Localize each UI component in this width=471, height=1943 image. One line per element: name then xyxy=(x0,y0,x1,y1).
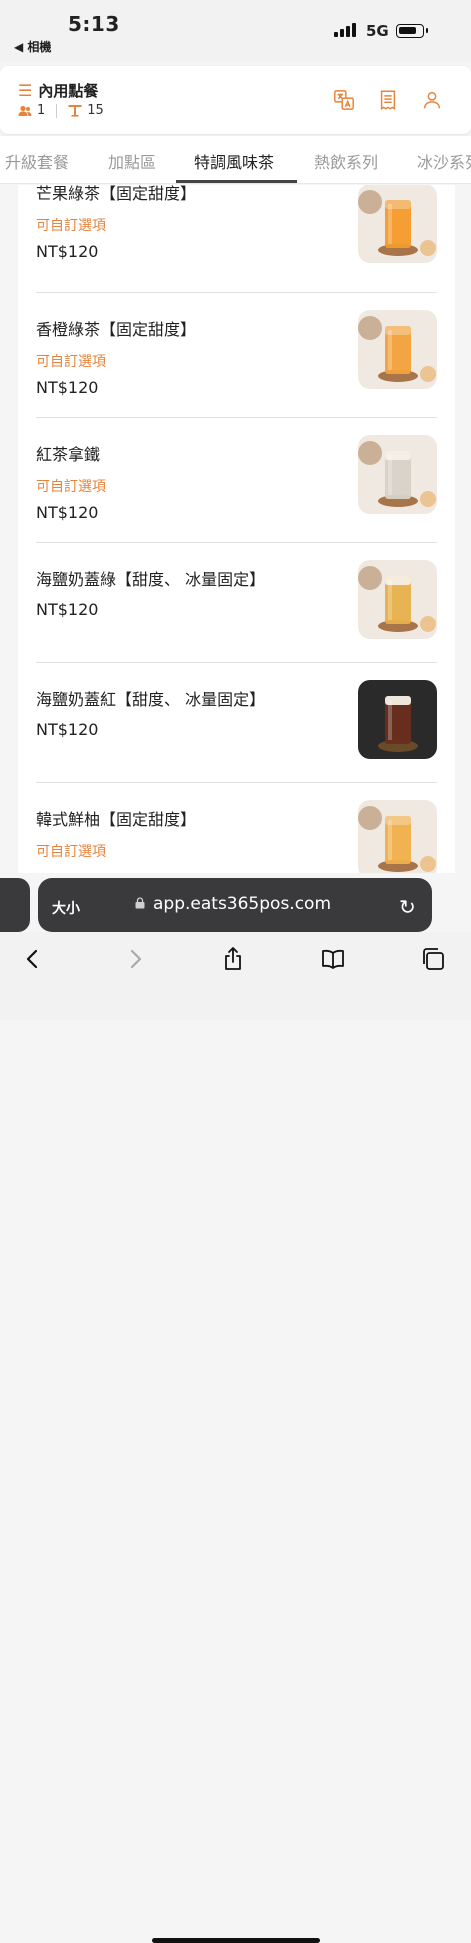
text-size-button[interactable]: 大小 xyxy=(52,898,80,918)
menu-item[interactable]: 香橙綠茶【固定甜度】 可自訂選項 NT$120 xyxy=(36,292,437,416)
tab-smoothies[interactable]: 冰沙系列 xyxy=(417,149,471,173)
menu-item[interactable]: 紅茶拿鐵 可自訂選項 NT$120 xyxy=(36,417,437,541)
browser-toolbar xyxy=(0,932,471,1943)
item-divider xyxy=(36,782,437,783)
previous-tab-preview[interactable] xyxy=(0,878,30,932)
item-name: 韓式鮮柚【固定甜度】 xyxy=(36,810,197,829)
menu-item[interactable]: 海鹽奶蓋紅【甜度、 冰量固定】 NT$120 xyxy=(36,662,437,786)
bookmarks-icon[interactable] xyxy=(320,946,346,972)
item-price: NT$120 xyxy=(36,600,99,619)
item-name: 香橙綠茶【固定甜度】 xyxy=(36,320,197,339)
page-title: 內用點餐 xyxy=(38,82,99,100)
tabs-icon[interactable] xyxy=(420,946,446,972)
item-option-badge: 可自訂選項 xyxy=(36,479,106,495)
signal-icon xyxy=(334,23,356,37)
item-divider xyxy=(36,417,437,418)
network-type: 5G xyxy=(366,22,389,40)
item-image[interactable] xyxy=(358,185,437,263)
battery-icon xyxy=(396,24,428,38)
menu-item[interactable]: 芒果綠茶【固定甜度】 可自訂選項 NT$120 xyxy=(36,185,437,297)
status-bar: 5:13 ◀ 相機 5G xyxy=(0,0,471,62)
item-name: 海鹽奶蓋綠【甜度、 冰量固定】 xyxy=(36,570,266,589)
item-divider xyxy=(36,542,437,543)
home-indicator xyxy=(152,1938,320,1943)
tab-special-tea[interactable]: 特調風味茶 xyxy=(194,149,274,173)
receipt-icon[interactable] xyxy=(377,89,399,111)
item-image[interactable] xyxy=(358,435,437,514)
item-image[interactable] xyxy=(358,310,437,389)
address-bar[interactable]: 大小 app.eats365pos.com ↻ xyxy=(38,878,432,932)
guest-count: 1 xyxy=(37,103,46,118)
status-time: 5:13 xyxy=(68,12,120,36)
tab-hot-drinks[interactable]: 熱飲系列 xyxy=(314,149,378,173)
item-divider xyxy=(36,292,437,293)
tab-upgrade-set[interactable]: 升級套餐 xyxy=(5,149,69,173)
item-option-badge: 可自訂選項 xyxy=(36,218,106,234)
menu-list: 芒果綠茶【固定甜度】 可自訂選項 NT$120 香橙綠茶【固定甜度】 可自訂選項… xyxy=(18,185,455,873)
reload-icon[interactable]: ↻ xyxy=(399,895,416,919)
item-image[interactable] xyxy=(358,800,437,873)
item-price: NT$120 xyxy=(36,242,99,261)
item-price: NT$120 xyxy=(36,720,99,739)
item-name: 芒果綠茶【固定甜度】 xyxy=(36,185,197,203)
menu-item[interactable]: 海鹽奶蓋綠【甜度、 冰量固定】 NT$120 xyxy=(36,542,437,666)
table-number: 15 xyxy=(87,103,104,118)
active-tab-indicator xyxy=(176,180,297,183)
item-price: NT$120 xyxy=(36,503,99,522)
guests-icon xyxy=(18,105,32,116)
item-name: 海鹽奶蓋紅【甜度、 冰量固定】 xyxy=(36,690,266,709)
back-icon[interactable] xyxy=(20,946,46,972)
forward-icon[interactable] xyxy=(122,946,148,972)
item-image[interactable] xyxy=(358,680,437,759)
url-text[interactable]: app.eats365pos.com xyxy=(153,894,331,914)
menu-item[interactable]: 韓式鮮柚【固定甜度】 可自訂選項 xyxy=(36,782,437,873)
item-image[interactable] xyxy=(358,560,437,639)
item-name: 紅茶拿鐵 xyxy=(36,445,101,464)
back-to-camera-link[interactable]: ◀ 相機 xyxy=(14,38,51,55)
user-icon[interactable] xyxy=(421,89,443,111)
category-tabs: 升級套餐 加點區 特調風味茶 熱飲系列 冰沙系列 xyxy=(0,136,471,184)
item-option-badge: 可自訂選項 xyxy=(36,844,106,860)
translate-icon[interactable] xyxy=(333,89,355,111)
item-price: NT$120 xyxy=(36,378,99,397)
tab-add-ons[interactable]: 加點區 xyxy=(108,149,156,173)
menu-icon[interactable]: ☰ xyxy=(18,81,32,100)
lock-icon xyxy=(135,897,145,909)
share-icon[interactable] xyxy=(220,946,246,972)
item-divider xyxy=(36,662,437,663)
app-header: ☰ 內用點餐 1 15 xyxy=(0,66,471,134)
item-option-badge: 可自訂選項 xyxy=(36,354,106,370)
table-icon xyxy=(68,105,82,117)
